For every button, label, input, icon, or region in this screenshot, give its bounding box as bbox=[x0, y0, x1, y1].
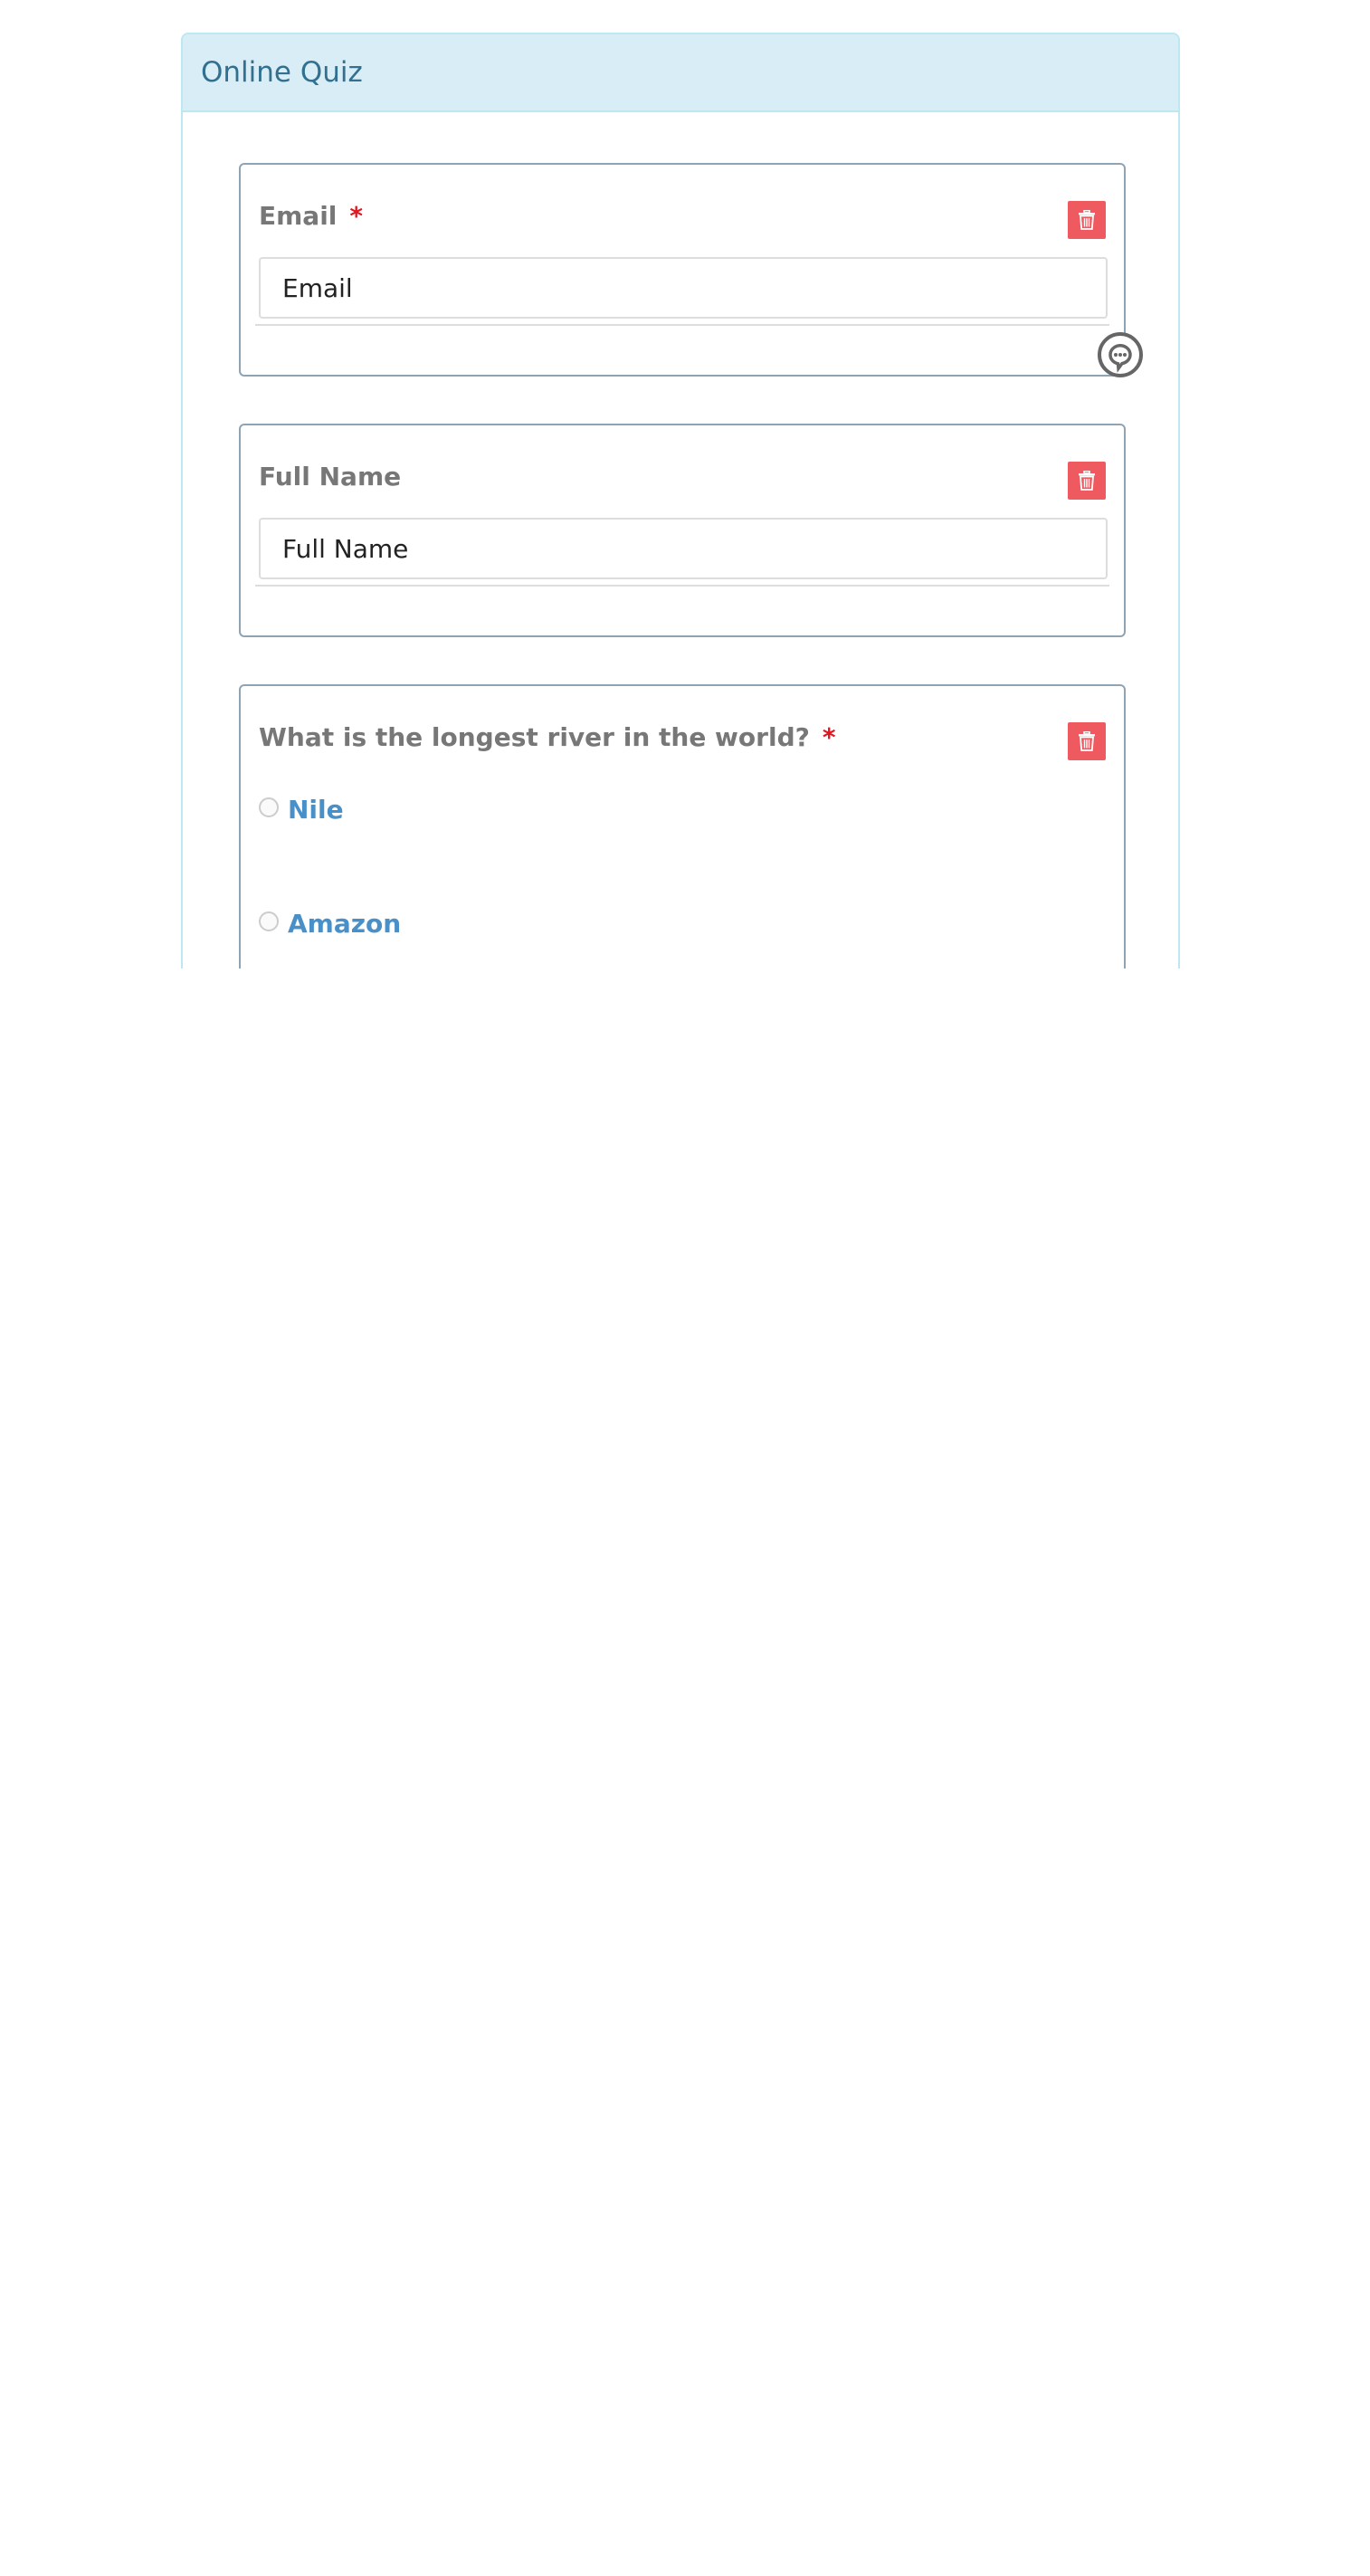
full-name-field-label: Full Name bbox=[259, 462, 402, 491]
trash-icon bbox=[1079, 731, 1095, 751]
field-divider bbox=[255, 324, 1109, 326]
delete-question-field-button[interactable] bbox=[1068, 722, 1106, 760]
email-field-label-wrap: Email * bbox=[259, 201, 363, 231]
question-field-card: What is the longest river in the world? *… bbox=[239, 684, 1126, 968]
chat-bubble-icon[interactable] bbox=[1097, 331, 1144, 378]
field-divider bbox=[255, 585, 1109, 587]
email-field-card: Email * bbox=[239, 163, 1126, 377]
option-label: Nile bbox=[288, 795, 344, 825]
email-input[interactable] bbox=[259, 257, 1108, 319]
delete-email-field-button[interactable] bbox=[1068, 201, 1106, 239]
trash-icon bbox=[1079, 471, 1095, 491]
quiz-panel: Online Quiz Email * Full Name bbox=[181, 33, 1180, 968]
required-marker: * bbox=[349, 201, 364, 231]
option-label: Amazon bbox=[288, 909, 402, 939]
radio-button[interactable] bbox=[259, 797, 279, 817]
panel-heading: Online Quiz bbox=[183, 34, 1178, 112]
email-field-label: Email bbox=[259, 201, 338, 231]
full-name-input[interactable] bbox=[259, 518, 1108, 579]
trash-icon bbox=[1079, 210, 1095, 230]
panel-title: Online Quiz bbox=[201, 56, 363, 89]
required-marker: * bbox=[822, 722, 836, 752]
full-name-field-card: Full Name bbox=[239, 424, 1126, 637]
question-label-wrap: What is the longest river in the world? * bbox=[259, 722, 836, 752]
radio-button[interactable] bbox=[259, 911, 279, 931]
delete-full-name-field-button[interactable] bbox=[1068, 462, 1106, 500]
option-nile[interactable]: Nile bbox=[259, 795, 344, 825]
question-label: What is the longest river in the world? bbox=[259, 722, 810, 752]
option-amazon[interactable]: Amazon bbox=[259, 909, 401, 939]
